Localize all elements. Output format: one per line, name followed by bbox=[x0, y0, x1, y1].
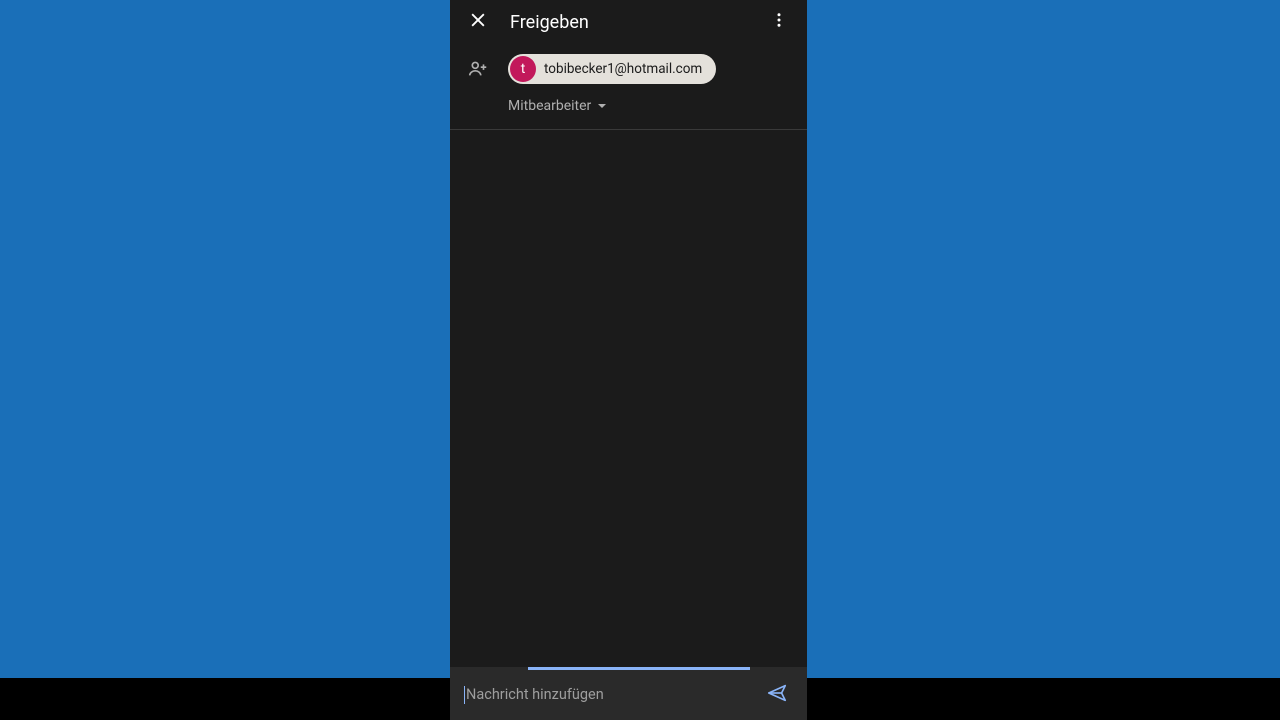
send-button[interactable] bbox=[759, 677, 795, 713]
content-area bbox=[450, 130, 807, 667]
recipient-section: t tobibecker1@hotmail.com Mitbearbeiter bbox=[450, 44, 807, 130]
indicator-active bbox=[528, 667, 750, 670]
recipient-chip[interactable]: t tobibecker1@hotmail.com bbox=[508, 54, 716, 84]
send-icon bbox=[766, 682, 788, 708]
close-icon bbox=[468, 10, 488, 34]
recipient-email: tobibecker1@hotmail.com bbox=[544, 61, 702, 77]
chevron-down-icon bbox=[597, 96, 607, 115]
recipient-row: t tobibecker1@hotmail.com bbox=[466, 54, 791, 84]
top-bar: Freigeben bbox=[450, 0, 807, 44]
person-add-icon bbox=[466, 57, 490, 81]
message-bar: Nachricht hinzufügen bbox=[450, 670, 807, 720]
role-label: Mitbearbeiter bbox=[508, 98, 591, 114]
more-vert-icon bbox=[770, 11, 788, 33]
message-input[interactable]: Nachricht hinzufügen bbox=[464, 686, 759, 704]
role-selector[interactable]: Mitbearbeiter bbox=[508, 96, 791, 115]
message-placeholder: Nachricht hinzufügen bbox=[466, 686, 604, 703]
close-button[interactable] bbox=[458, 2, 498, 42]
share-dialog: Freigeben t to bbox=[450, 0, 807, 720]
indicator-bar bbox=[450, 667, 807, 670]
avatar: t bbox=[510, 56, 536, 82]
more-options-button[interactable] bbox=[759, 2, 799, 42]
text-cursor bbox=[464, 686, 465, 704]
page-title: Freigeben bbox=[510, 12, 759, 33]
